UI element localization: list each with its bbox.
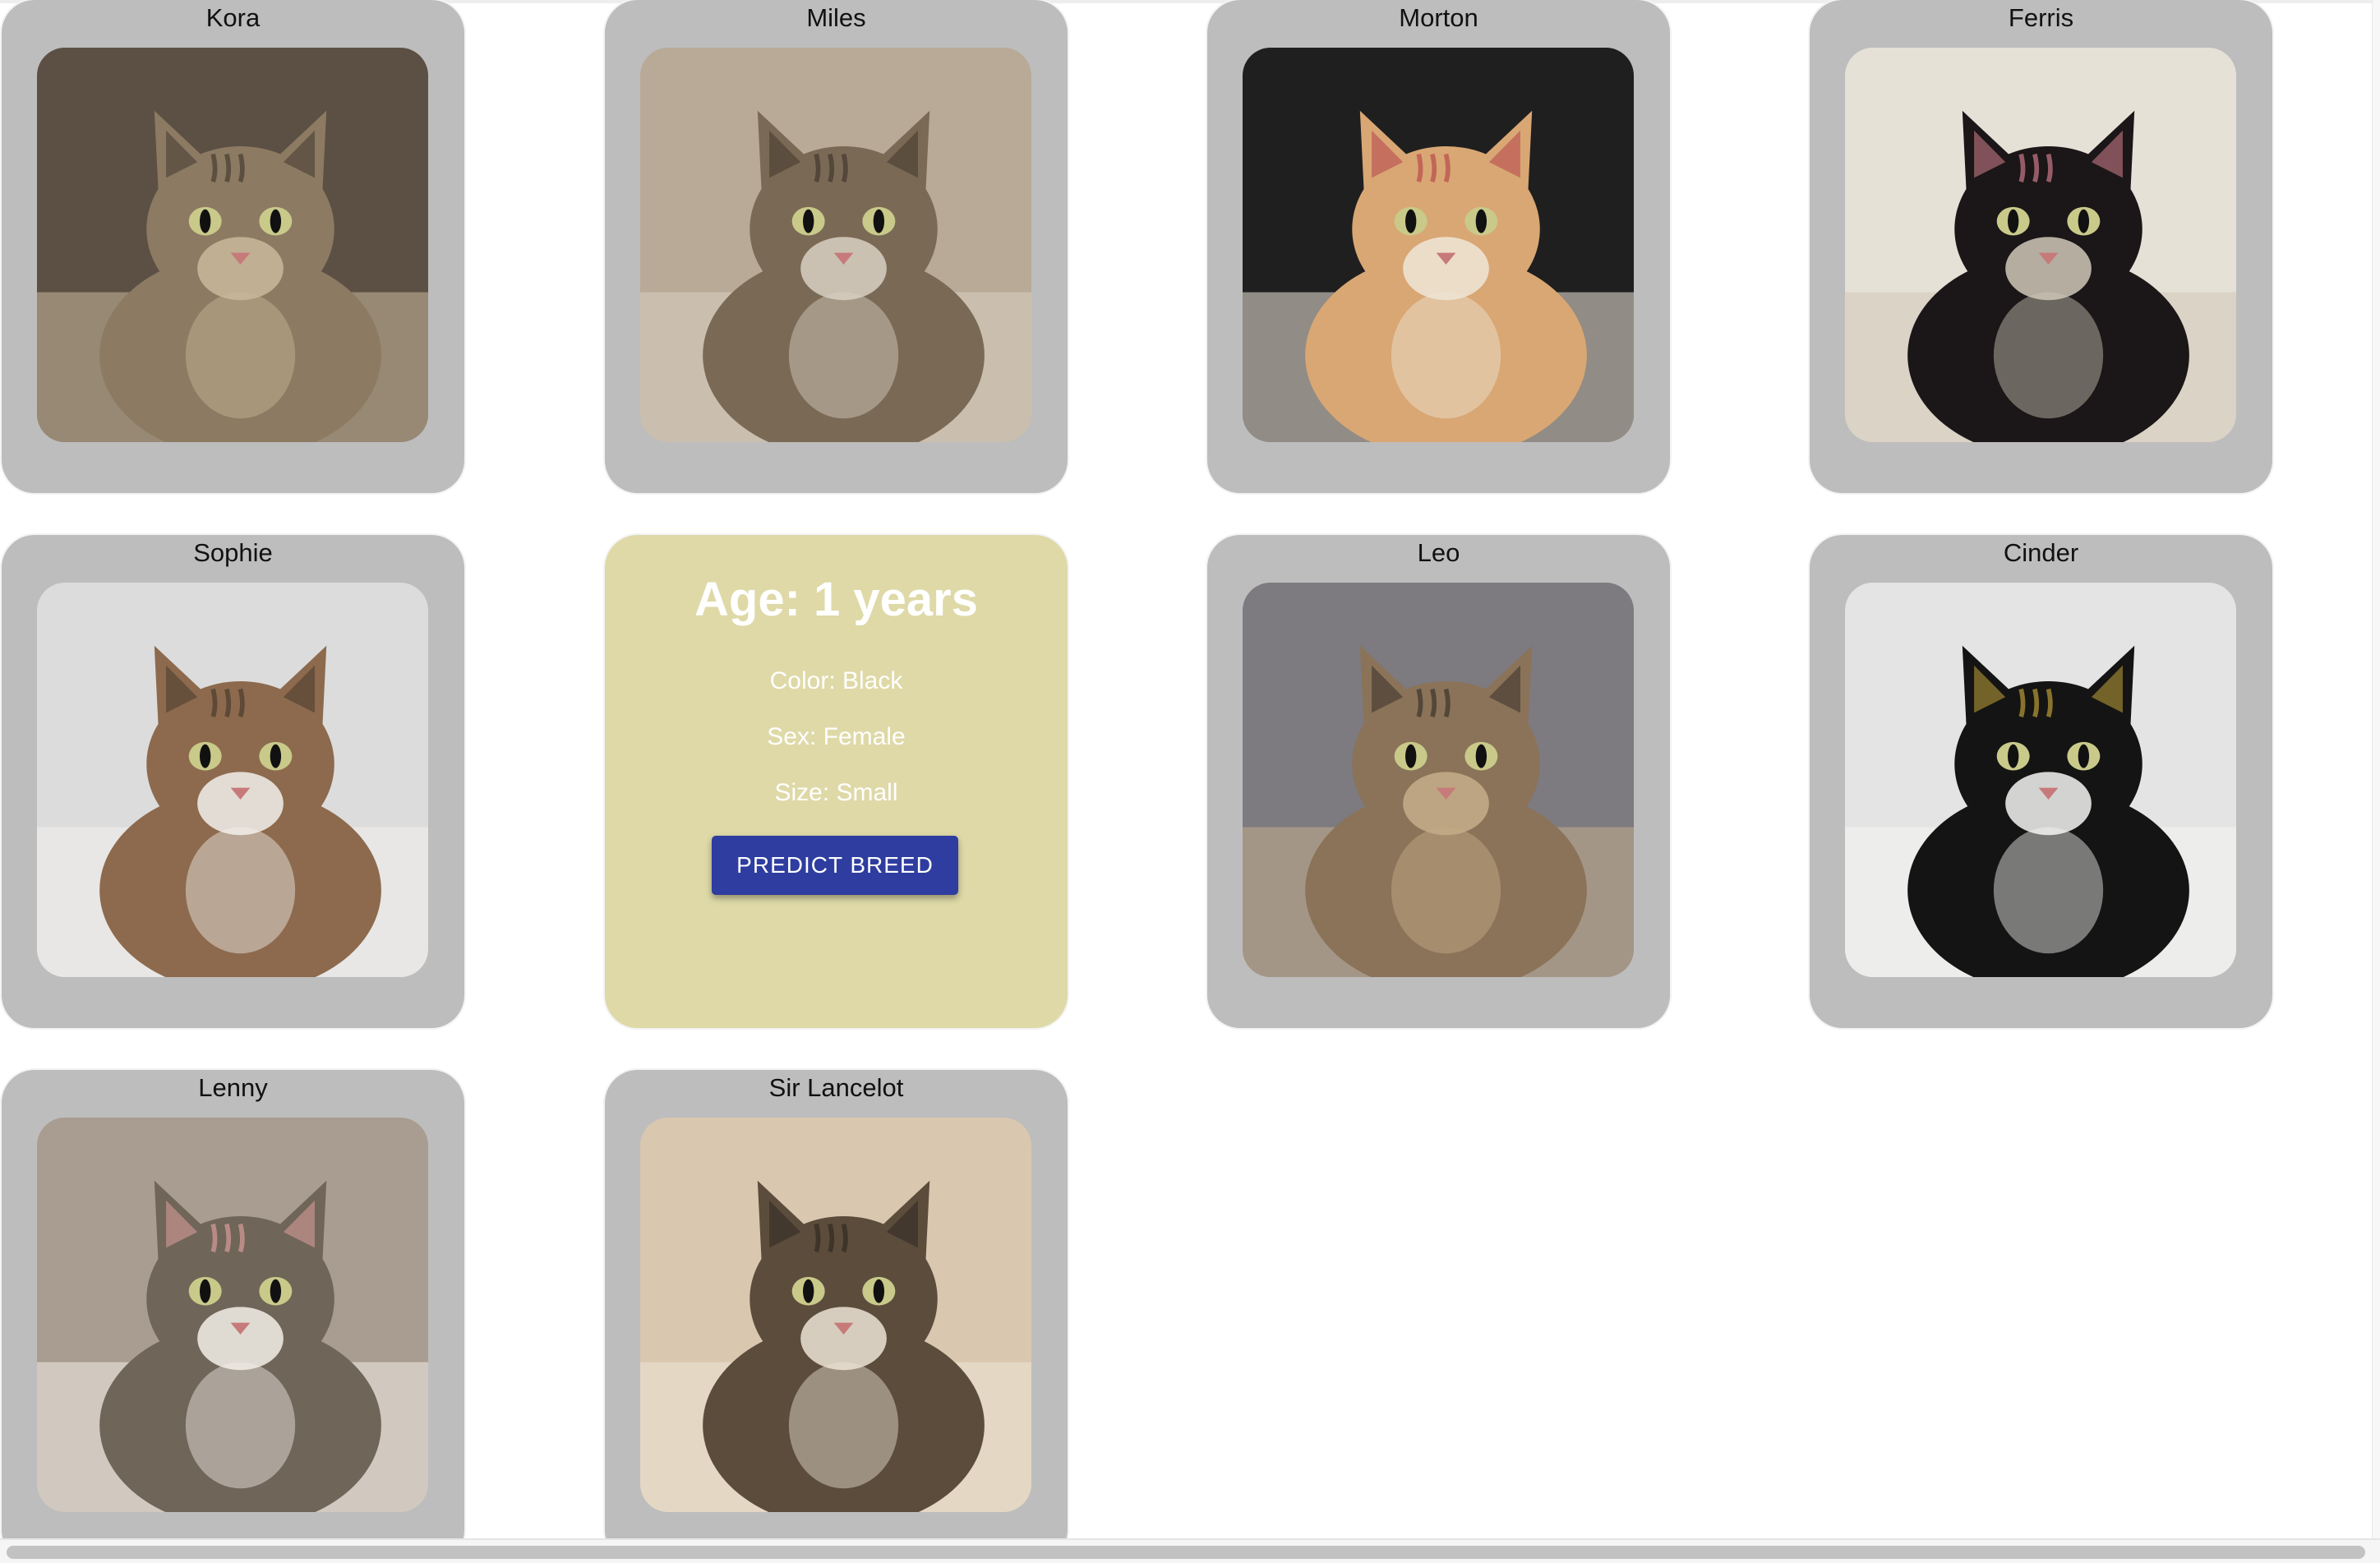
cat-photo xyxy=(640,48,1031,442)
cat-photo-image xyxy=(1845,583,2236,977)
cat-card-kora[interactable]: Kora xyxy=(2,0,464,493)
cat-name: Sir Lancelot xyxy=(768,1073,904,1102)
cat-photo xyxy=(640,1118,1031,1512)
cat-photo-image xyxy=(37,1118,428,1512)
cat-photo-image xyxy=(1243,48,1634,442)
cat-photo-image xyxy=(37,583,428,977)
cat-photo-image xyxy=(640,1118,1031,1512)
cat-photo-image xyxy=(37,48,428,442)
cat-card-cinder[interactable]: Cinder xyxy=(1810,535,2272,1028)
vertical-scrollbar[interactable] xyxy=(2372,0,2380,1538)
cat-name: Ferris xyxy=(2008,3,2074,32)
cat-photo xyxy=(1243,48,1634,442)
cat-photo xyxy=(1243,583,1634,977)
cat-card-ferris[interactable]: Ferris xyxy=(1810,0,2272,493)
cat-name: Morton xyxy=(1399,3,1478,32)
cat-photo xyxy=(37,1118,428,1512)
cat-size: Size: Small xyxy=(774,779,898,806)
cat-photo-image xyxy=(1845,48,2236,442)
cat-name: Miles xyxy=(806,3,866,32)
horizontal-scrollbar[interactable] xyxy=(0,1538,2380,1563)
cat-name: Kora xyxy=(205,3,261,32)
cat-card-lenny[interactable]: Lenny xyxy=(2,1070,464,1563)
cat-card-sir-lancelot[interactable]: Sir Lancelot xyxy=(605,1070,1068,1563)
cat-photo xyxy=(1845,48,2236,442)
cat-photo-image xyxy=(1243,583,1634,977)
cat-sex: Sex: Female xyxy=(767,723,906,750)
cat-info-card[interactable]: Age: 1 years Color: Black Sex: Female Si… xyxy=(605,535,1068,1028)
cat-age: Age: 1 years xyxy=(694,573,978,626)
horizontal-scrollbar-thumb[interactable] xyxy=(7,1546,2365,1559)
cat-photo xyxy=(37,583,428,977)
cat-card-sophie[interactable]: Sophie xyxy=(2,535,464,1028)
cat-gallery-page: Kora Miles Morton Ferris Sophie Age: 1 y… xyxy=(0,0,2380,1563)
predict-breed-button[interactable]: PREDICT BREED xyxy=(712,836,958,895)
cat-photo-image xyxy=(640,48,1031,442)
cat-photo xyxy=(37,48,428,442)
cat-name: Sophie xyxy=(193,538,273,567)
cat-name: Leo xyxy=(1417,538,1460,567)
cat-card-miles[interactable]: Miles xyxy=(605,0,1068,493)
cat-photo xyxy=(1845,583,2236,977)
cat-color: Color: Black xyxy=(769,667,903,694)
cat-name: Cinder xyxy=(2003,538,2079,567)
cat-card-morton[interactable]: Morton xyxy=(1207,0,1670,493)
cat-name: Lenny xyxy=(198,1073,268,1102)
cat-card-leo[interactable]: Leo xyxy=(1207,535,1670,1028)
